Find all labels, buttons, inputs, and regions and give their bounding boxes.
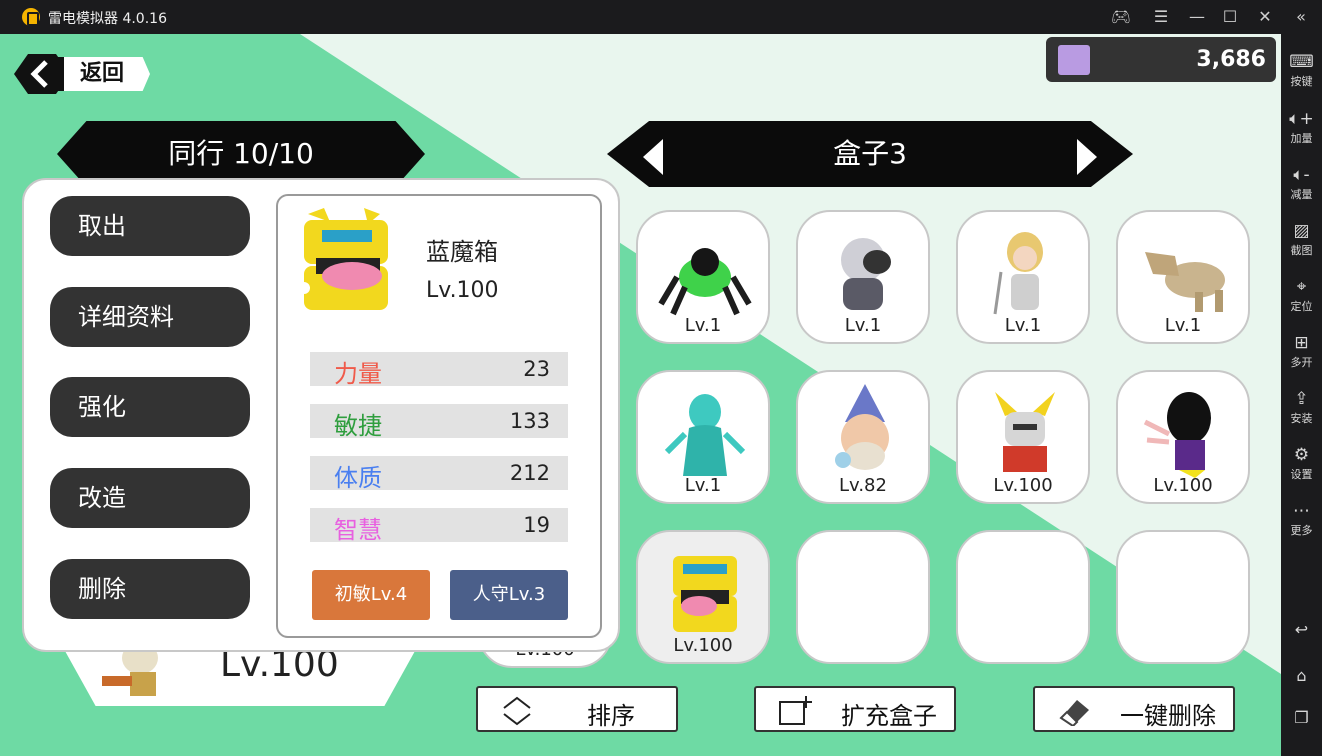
keyboard-icon: ⌨ — [1289, 52, 1314, 72]
screenshot-icon: ▨ — [1293, 221, 1310, 241]
sidebar-item-install[interactable]: ⇪ 安装 — [1281, 387, 1322, 439]
monster-name: 蓝魔箱 — [426, 238, 498, 266]
more-icon: ⋯ — [1293, 501, 1310, 521]
box-slot-12-empty[interactable] — [1116, 530, 1250, 664]
recent-apps-icon[interactable]: ❐ — [1281, 706, 1322, 730]
box-slot-2[interactable]: Lv.1 — [796, 210, 930, 344]
menu-icon[interactable]: ☰ — [1148, 6, 1174, 28]
ticket-icon — [1058, 45, 1090, 75]
sidebar-item-volume-down[interactable]: 🔈︎- 减量 — [1281, 163, 1322, 215]
window-titlebar: 雷电模拟器 4.0.16 🎮︎ ☰ — ☐ ✕ « — [0, 0, 1322, 34]
back-button[interactable]: 返回 — [14, 54, 150, 94]
sidebar-item-settings[interactable]: ⚙ 设置 — [1281, 443, 1322, 495]
maximize-icon[interactable]: ☐ — [1217, 6, 1243, 28]
currency-display: 3,686 — [1046, 37, 1276, 82]
mimic-chest-icon — [673, 556, 737, 632]
box-slot-10-empty[interactable] — [796, 530, 930, 664]
stat-label: 体质 — [334, 464, 382, 492]
gear-icon: ⚙ — [1293, 445, 1310, 465]
prev-box-arrow-icon[interactable] — [643, 139, 663, 175]
stat-constitution: 体质 212 — [310, 456, 568, 492]
box-slot-9[interactable]: Lv.100 — [636, 530, 770, 664]
monster-level: Lv.100 — [426, 278, 499, 303]
emulator-sidebar: ⌨ 按键 🔈︎+ 加量 🔈︎- 减量 ▨ 截图 ⌖ 定位 ⊞ 多开 ⇪ 安装 ⚙ 设置 ⋯ 更多 … — [1281, 34, 1322, 756]
hooded-ghoul-icon — [841, 238, 891, 310]
modify-button[interactable]: 改造 — [50, 468, 250, 528]
sidebar-item-screenshot[interactable]: ▨ 截图 — [1281, 219, 1322, 271]
volume-up-icon: 🔈︎+ — [1289, 109, 1314, 129]
green-spider-icon — [658, 248, 752, 316]
box-slot-8[interactable]: Lv.100 — [1116, 370, 1250, 504]
install-icon: ⇪ — [1294, 389, 1309, 409]
skill-badge-1[interactable]: 初敏Lv.4 — [312, 570, 430, 620]
volume-down-icon: 🔈︎- — [1293, 165, 1310, 185]
minimize-icon[interactable]: — — [1184, 6, 1210, 28]
stat-strength: 力量 23 — [310, 352, 568, 388]
skill-badge-2[interactable]: 人守Lv.3 — [450, 570, 568, 620]
box-title-bar: 盒子3 — [607, 121, 1133, 187]
expand-box-button[interactable]: 扩充盒子 — [754, 686, 956, 732]
enhance-button[interactable]: 强化 — [50, 377, 250, 437]
next-box-arrow-icon[interactable] — [1077, 139, 1097, 175]
stat-wisdom: 智慧 19 — [310, 508, 568, 544]
box-slot-1[interactable]: Lv.1 — [636, 210, 770, 344]
stat-label: 智慧 — [334, 516, 382, 544]
box-slot-5[interactable]: Lv.1 — [636, 370, 770, 504]
stat-value: 23 — [523, 357, 550, 381]
stat-value: 212 — [509, 461, 550, 485]
sidebar-item-location[interactable]: ⌖ 定位 — [1281, 275, 1322, 327]
box-slot-3[interactable]: Lv.1 — [956, 210, 1090, 344]
details-button[interactable]: 详细资料 — [50, 287, 250, 347]
mimic-chest-portrait-icon — [298, 208, 388, 310]
currency-value: 3,686 — [1196, 47, 1266, 72]
multi-instance-icon: ⊞ — [1294, 333, 1309, 353]
teal-ghost-icon — [664, 394, 746, 476]
box-slot-4[interactable]: Lv.1 — [1116, 210, 1250, 344]
app-logo-icon — [22, 8, 40, 26]
sidebar-item-multi[interactable]: ⊞ 多开 — [1281, 331, 1322, 383]
box-slot-6[interactable]: Lv.82 — [796, 370, 930, 504]
back-icon[interactable]: ↩ — [1281, 618, 1322, 642]
game-screen: 返回 3,686 同行 10/10 盒子3 Lv.100 Lv.1 Lv.1 L… — [0, 34, 1281, 756]
back-label: 返回 — [58, 57, 150, 91]
stat-agility: 敏捷 133 — [310, 404, 568, 440]
sort-arrows-icon — [503, 696, 531, 726]
blonde-knight-icon — [993, 232, 1043, 315]
stat-value: 19 — [523, 513, 550, 537]
stat-value: 133 — [509, 409, 550, 433]
window-title: 雷电模拟器 4.0.16 — [48, 11, 167, 27]
stat-label: 力量 — [334, 360, 382, 388]
box-slot-7[interactable]: Lv.100 — [956, 370, 1090, 504]
close-icon[interactable]: ✕ — [1252, 6, 1278, 28]
gamepad-icon[interactable]: 🎮︎ — [1108, 6, 1134, 28]
sort-button[interactable]: 排序 — [476, 686, 678, 732]
wizard-gnome-icon — [835, 384, 889, 470]
dark-witch-icon — [1143, 392, 1211, 478]
box-slot-11-empty[interactable] — [956, 530, 1090, 664]
wolf-icon — [1145, 252, 1225, 312]
sidebar-item-keys[interactable]: ⌨ 按键 — [1281, 50, 1322, 102]
sidebar-item-volume-up[interactable]: 🔈︎+ 加量 — [1281, 107, 1322, 159]
box-title: 盒子3 — [833, 137, 907, 170]
armored-knight-icon — [995, 392, 1055, 472]
home-icon[interactable]: ⌂ — [1281, 664, 1322, 688]
eraser-icon — [1059, 700, 1089, 726]
sidebar-item-more[interactable]: ⋯ 更多 — [1281, 499, 1322, 551]
collapse-icon[interactable]: « — [1288, 6, 1314, 28]
take-out-button[interactable]: 取出 — [50, 196, 250, 256]
delete-all-button[interactable]: 一键删除 — [1033, 686, 1235, 732]
stat-label: 敏捷 — [334, 412, 382, 440]
monster-action-panel: 取出 详细资料 强化 改造 删除 蓝魔箱 Lv.100 力量 23 敏捷 133… — [22, 178, 620, 652]
monster-info-box: 蓝魔箱 Lv.100 力量 23 敏捷 133 体质 212 智慧 19 初敏L… — [276, 194, 602, 638]
add-box-icon — [779, 696, 812, 725]
location-icon: ⌖ — [1296, 277, 1307, 297]
delete-button[interactable]: 删除 — [50, 559, 250, 619]
